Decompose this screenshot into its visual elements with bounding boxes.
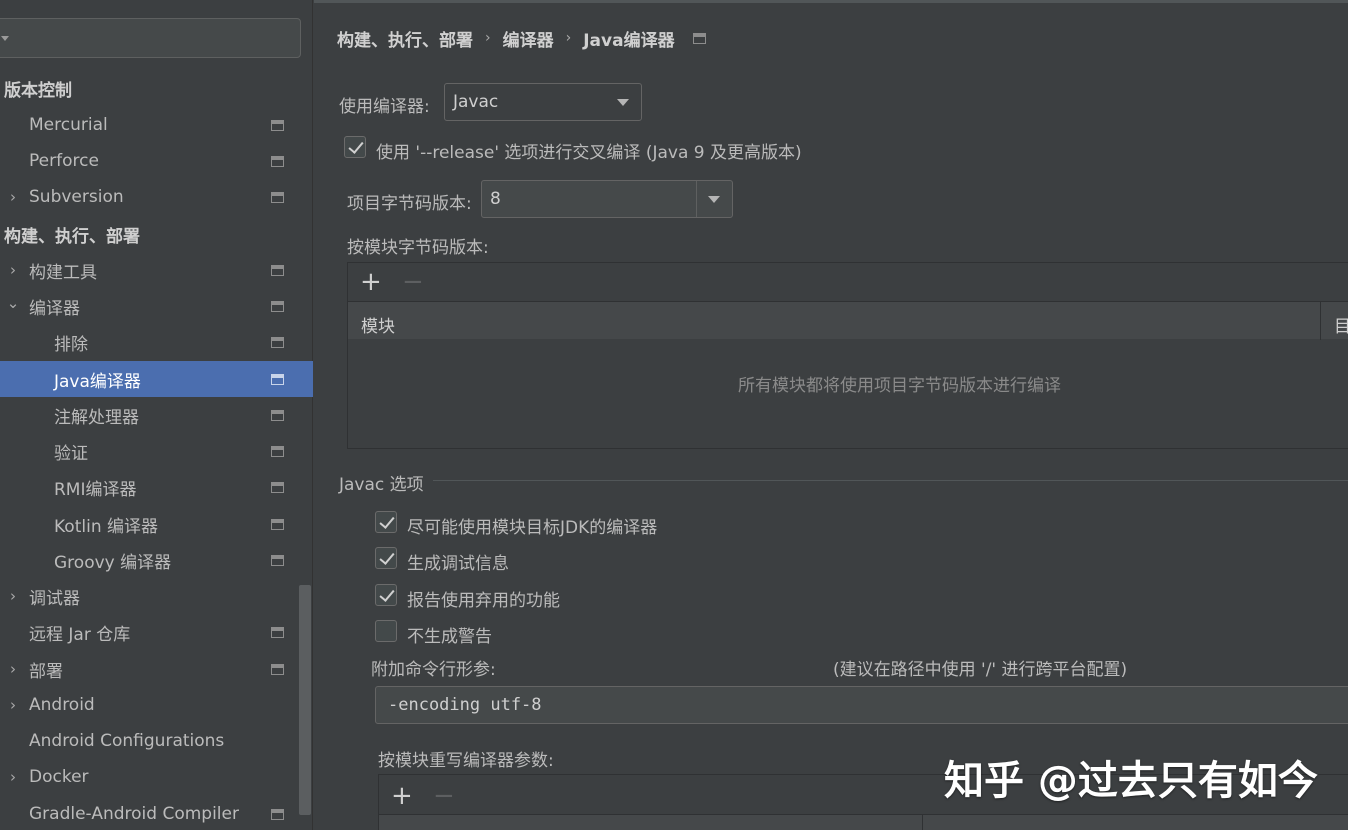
tree-item-android-configurations[interactable]: Android Configurations — [0, 723, 313, 759]
no-warnings-checkbox[interactable] — [375, 620, 397, 642]
tree-item-remote-jar[interactable]: 远程 Jar 仓库 — [0, 614, 313, 650]
javac-options-group-title: Javac 选项 — [339, 475, 424, 495]
expand-arrow-icon[interactable]: › — [6, 662, 20, 677]
project-scope-icon — [271, 155, 284, 167]
compiler-select[interactable]: Javac — [444, 83, 642, 121]
generate-debug-info-checkbox[interactable] — [375, 547, 397, 569]
additional-params-value: -encoding utf-8 — [388, 695, 542, 715]
project-scope-icon — [271, 481, 284, 493]
project-scope-icon — [271, 445, 284, 457]
tree-section-vcs[interactable]: 版本控制 — [0, 70, 313, 106]
breadcrumb-java-compiler: Java编译器 — [583, 30, 675, 51]
tree-item-compiler[interactable]: ⌄ 编译器 — [0, 288, 313, 324]
breadcrumb-build: 构建、执行、部署 — [337, 30, 473, 51]
tree-section-build[interactable]: 构建、执行、部署 — [0, 216, 313, 252]
dropdown-arrow-icon[interactable] — [708, 196, 720, 203]
additional-params-hint: (建议在路径中使用 '/' 进行跨平台配置) — [833, 660, 1128, 680]
empty-table-text: 所有模块都将使用项目字节码版本进行编译 — [738, 376, 1061, 396]
per-module-bytecode-table: + − 模块 目 所有模块都将使用项目字节码版本进行编译 — [347, 262, 1348, 449]
project-scope-icon — [271, 336, 284, 348]
tree-item-android[interactable]: › Android — [0, 687, 313, 723]
table-header: 模块 目 — [348, 301, 1348, 340]
project-scope-icon — [692, 32, 706, 44]
remove-module-button[interactable]: − — [402, 269, 424, 295]
breadcrumb: 构建、执行、部署 › 编译器 › Java编译器 — [337, 26, 706, 51]
compiler-label: 使用编译器: — [339, 97, 430, 117]
expand-arrow-icon[interactable]: › — [6, 770, 20, 785]
generate-debug-info-label: 生成调试信息 — [407, 554, 509, 574]
tree-item-build-tools[interactable]: › 构建工具 — [0, 252, 313, 288]
tree-item-docker[interactable]: › Docker — [0, 759, 313, 795]
tree-item-excludes[interactable]: 排除 — [0, 324, 313, 360]
expand-arrow-icon[interactable]: › — [6, 190, 20, 205]
tree-item-deployment[interactable]: › 部署 — [0, 651, 313, 687]
combo-divider — [696, 181, 697, 217]
column-module[interactable]: 模块 — [361, 312, 395, 337]
project-scope-icon — [271, 518, 284, 530]
project-scope-icon — [271, 663, 284, 675]
tree-item-gradle-android-compiler[interactable]: Gradle-Android Compiler — [0, 796, 313, 830]
bytecode-version-value: 8 — [490, 189, 501, 209]
project-scope-icon — [271, 191, 284, 203]
project-scope-icon — [271, 808, 284, 820]
tree-item-groovy-compiler[interactable]: Groovy 编译器 — [0, 542, 313, 578]
group-separator — [433, 480, 1348, 481]
project-scope-icon — [271, 409, 284, 421]
release-option-checkbox[interactable] — [344, 136, 366, 158]
additional-params-input[interactable]: -encoding utf-8 — [375, 686, 1348, 724]
sidebar-scrollbar[interactable] — [299, 585, 311, 815]
additional-params-label: 附加命令行形参: — [371, 660, 496, 680]
project-scope-icon — [271, 554, 284, 566]
project-scope-icon — [271, 264, 284, 276]
tree-item-java-compiler[interactable]: Java编译器 — [0, 361, 313, 397]
project-scope-icon — [271, 300, 284, 312]
watermark: 知乎 @过去只有如今 — [944, 758, 1318, 804]
add-override-button[interactable]: + — [391, 783, 413, 809]
tree-item-rmi-compiler[interactable]: RMI编译器 — [0, 469, 313, 505]
settings-search-input[interactable] — [0, 18, 301, 58]
tree-item-debugger[interactable]: › 调试器 — [0, 578, 313, 614]
column-separator[interactable] — [922, 815, 923, 830]
tree-item-annotation-processors[interactable]: 注解处理器 — [0, 397, 313, 433]
breadcrumb-separator-icon: › — [565, 30, 572, 46]
column-separator[interactable] — [1320, 302, 1321, 340]
tree-item-subversion[interactable]: › Subversion — [0, 179, 313, 215]
bytecode-version-combo[interactable]: 8 — [481, 180, 733, 218]
project-scope-icon — [271, 373, 284, 385]
project-scope-icon — [271, 119, 284, 131]
release-option-label: 使用 '--release' 选项进行交叉编译 (Java 9 及更高版本) — [376, 143, 802, 163]
remove-override-button[interactable]: − — [433, 783, 455, 809]
override-params-label: 按模块重写编译器参数: — [378, 751, 554, 771]
tree-item-kotlin-compiler[interactable]: Kotlin 编译器 — [0, 506, 313, 542]
bytecode-version-label: 项目字节码版本: — [347, 194, 472, 214]
expand-arrow-icon[interactable]: › — [6, 589, 20, 604]
column-target[interactable]: 目 — [1334, 312, 1348, 337]
dropdown-arrow-icon — [617, 99, 629, 106]
breadcrumb-separator-icon: › — [485, 30, 491, 46]
tree-item-validation[interactable]: 验证 — [0, 433, 313, 469]
breadcrumb-compiler: 编译器 — [502, 30, 554, 51]
add-module-button[interactable]: + — [360, 269, 382, 295]
per-module-bytecode-label: 按模块字节码版本: — [347, 238, 489, 258]
tree-item-perforce[interactable]: Perforce — [0, 143, 313, 179]
expand-arrow-icon[interactable]: › — [6, 263, 20, 278]
expand-arrow-icon[interactable]: › — [6, 698, 20, 713]
project-scope-icon — [271, 626, 284, 638]
compiler-select-value: Javac — [453, 92, 499, 112]
collapse-arrow-icon[interactable]: ⌄ — [6, 296, 20, 311]
report-deprecated-label: 报告使用弃用的功能 — [407, 591, 560, 611]
use-module-jdk-label: 尽可能使用模块目标JDK的编译器 — [407, 518, 658, 538]
use-module-jdk-checkbox[interactable] — [375, 511, 397, 533]
report-deprecated-checkbox[interactable] — [375, 584, 397, 606]
tree-item-mercurial[interactable]: Mercurial — [0, 107, 313, 143]
no-warnings-label: 不生成警告 — [407, 627, 492, 647]
settings-sidebar: 版本控制 Mercurial Perforce › Subversion 构建、… — [0, 0, 313, 830]
top-border — [314, 0, 1348, 3]
override-table-header — [379, 814, 1348, 830]
search-history-icon[interactable] — [1, 36, 9, 41]
